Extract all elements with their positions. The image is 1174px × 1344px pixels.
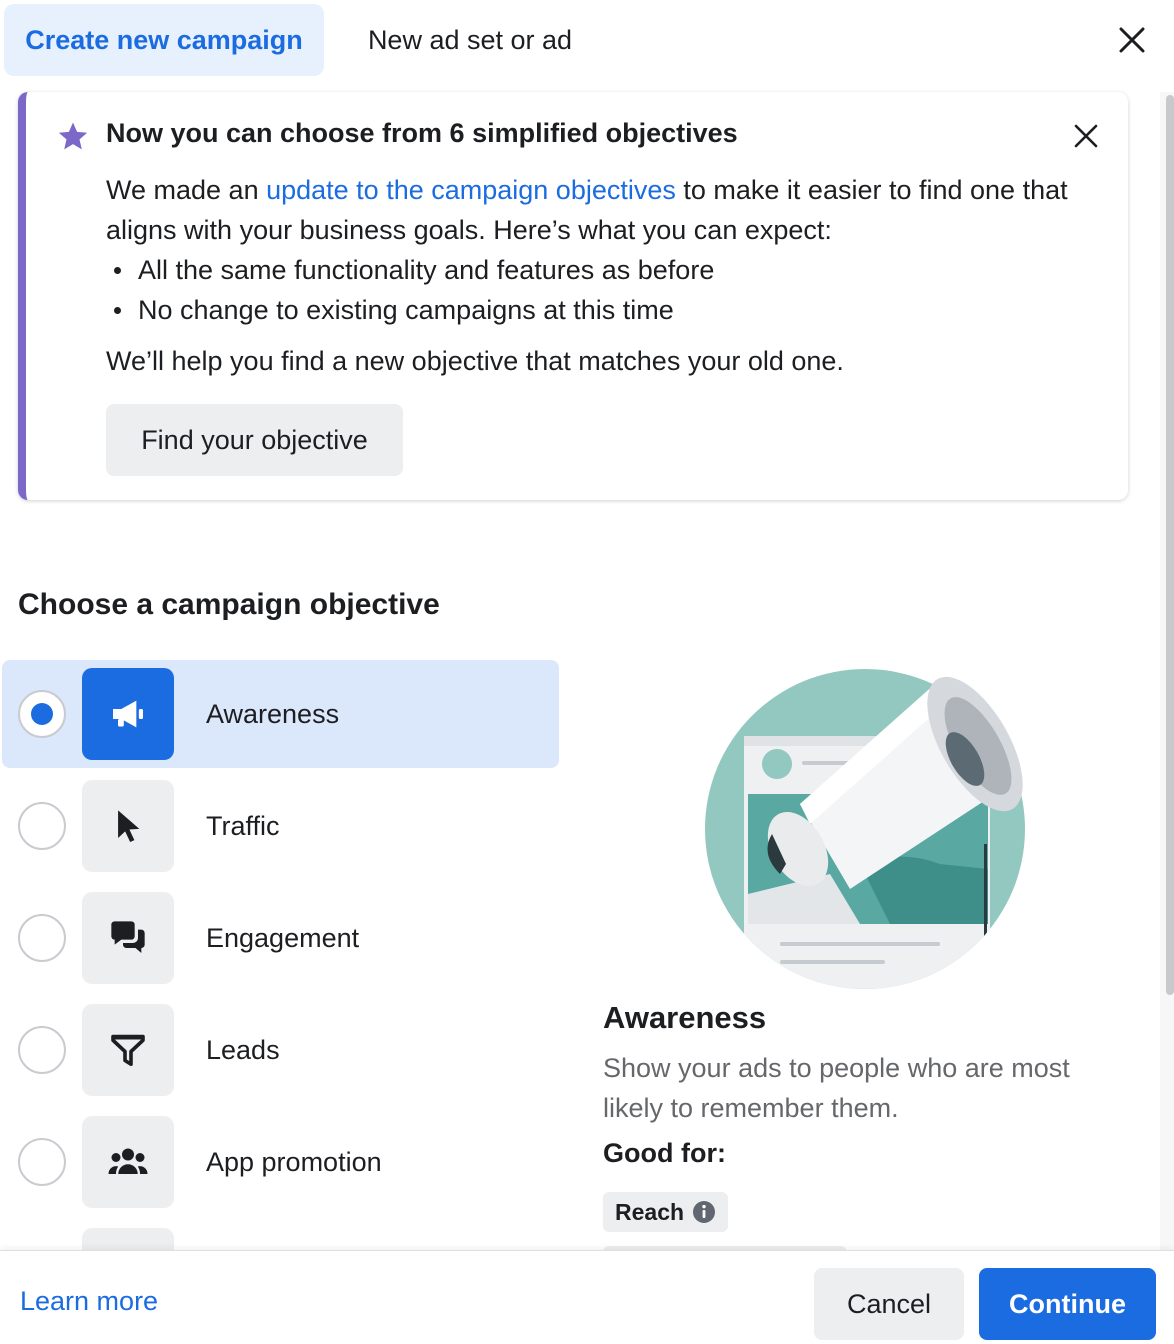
good-for-label: Good for: [603, 1138, 726, 1168]
cursor-icon [82, 780, 174, 872]
detail-description: Show your ads to people who are most lik… [603, 1053, 1070, 1123]
radio-button[interactable] [18, 690, 66, 738]
notice-bullet: All the same functionality and features … [114, 250, 1116, 290]
objective-label: App promotion [206, 1146, 382, 1177]
objective-label: Traffic [206, 810, 280, 841]
notice-body-prefix: We made an [106, 175, 267, 205]
notice-close-icon[interactable] [1064, 114, 1108, 158]
notice-help-text: We’ll help you find a new objective that… [106, 346, 844, 376]
objective-engagement[interactable]: Engagement [2, 884, 559, 992]
objective-label: Engagement [206, 922, 360, 953]
funnel-icon [82, 1004, 174, 1096]
star-icon [56, 120, 90, 154]
tag-label: Reach [615, 1198, 685, 1225]
awareness-illustration [700, 664, 1040, 994]
people-icon [82, 1116, 174, 1208]
close-icon[interactable] [1110, 18, 1154, 62]
objective-traffic[interactable]: Traffic [2, 772, 559, 880]
learn-more-link[interactable]: Learn more [20, 1286, 158, 1317]
tab-create-new-campaign[interactable]: Create new campaign [4, 4, 324, 76]
objective-app-promotion[interactable]: App promotion [2, 1108, 559, 1216]
notice-title: Now you can choose from 6 simplified obj… [106, 118, 738, 148]
section-title: Choose a campaign objective [18, 588, 440, 621]
radio-selected-dot [31, 703, 53, 725]
objective-awareness[interactable]: Awareness [2, 660, 559, 768]
notice-body: We made an update to the campaign object… [106, 170, 1116, 330]
continue-button[interactable]: Continue [979, 1268, 1156, 1340]
megaphone-icon [82, 668, 174, 760]
scrollbar-thumb[interactable] [1166, 95, 1174, 995]
chat-bubbles-icon [82, 892, 174, 984]
objectives-notice-card: Now you can choose from 6 simplified obj… [18, 92, 1128, 500]
notice-bullets: All the same functionality and features … [106, 250, 1116, 330]
reach-tag: Reach [603, 1192, 729, 1232]
radio-button[interactable] [18, 1026, 66, 1074]
objective-label: Leads [206, 1034, 280, 1065]
radio-button[interactable] [18, 914, 66, 962]
objectives-update-link[interactable]: update to the campaign objectives [266, 175, 676, 205]
radio-button[interactable] [18, 802, 66, 850]
find-your-objective-button[interactable]: Find your objective [106, 404, 403, 476]
info-icon[interactable] [692, 1200, 716, 1224]
cancel-button[interactable]: Cancel [814, 1268, 964, 1340]
detail-title: Awareness [603, 1000, 767, 1035]
tab-new-ad-set-or-ad[interactable]: New ad set or ad [340, 4, 600, 76]
radio-button[interactable] [18, 1138, 66, 1186]
notice-bullet: No change to existing campaigns at this … [114, 290, 1116, 330]
objective-label: Awareness [206, 698, 340, 729]
objective-leads[interactable]: Leads [2, 996, 559, 1104]
